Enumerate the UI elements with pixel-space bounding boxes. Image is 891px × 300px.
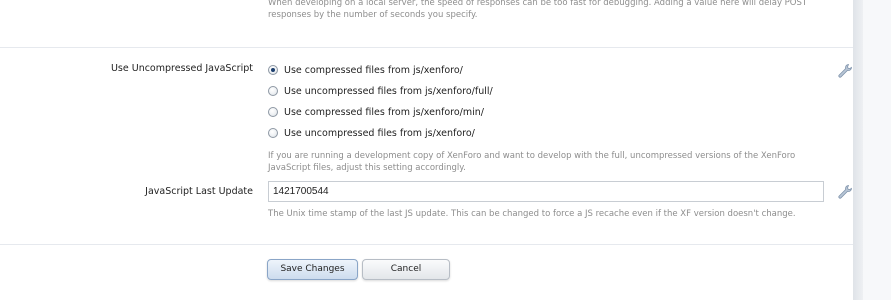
scroll-edge [853, 0, 863, 300]
page-background [863, 0, 891, 300]
radio-option-label: Use compressed files from js/xenforo/min… [284, 106, 484, 118]
radio-option-uncompressed-xenforo[interactable]: Use uncompressed files from js/xenforo/ [268, 126, 475, 140]
wrench-icon[interactable] [837, 184, 853, 200]
radio-button[interactable] [268, 128, 278, 138]
radio-option-uncompressed-full[interactable]: Use uncompressed files from js/xenforo/f… [268, 84, 493, 98]
radio-option-label: Use uncompressed files from js/xenforo/ [284, 127, 475, 139]
js-last-update-input[interactable]: 1421700544 [268, 181, 824, 202]
wrench-icon[interactable] [837, 63, 853, 79]
radio-option-label: Use compressed files from js/xenforo/ [284, 64, 463, 76]
uncompressed-js-hint: If you are running a development copy of… [268, 151, 796, 173]
radio-option-compressed-min[interactable]: Use compressed files from js/xenforo/min… [268, 105, 484, 119]
js-last-update-hint: The Unix time stamp of the last JS updat… [268, 209, 796, 219]
radio-button[interactable] [268, 107, 278, 117]
options-panel: When developing on a local server, the s… [0, 0, 853, 300]
radio-button[interactable] [268, 86, 278, 96]
save-changes-button[interactable]: Save Changes [267, 259, 358, 280]
radio-option-compressed-xenforo[interactable]: Use compressed files from js/xenforo/ [268, 63, 463, 77]
delay-post-hint: When developing on a local server, the s… [268, 0, 808, 20]
radio-option-label: Use uncompressed files from js/xenforo/f… [284, 85, 493, 97]
radio-button[interactable] [268, 65, 278, 75]
divider [0, 47, 853, 48]
js-last-update-label: JavaScript Last Update [145, 186, 253, 197]
cancel-button[interactable]: Cancel [362, 259, 450, 280]
divider [0, 244, 853, 245]
uncompressed-js-label: Use Uncompressed JavaScript [110, 63, 253, 74]
